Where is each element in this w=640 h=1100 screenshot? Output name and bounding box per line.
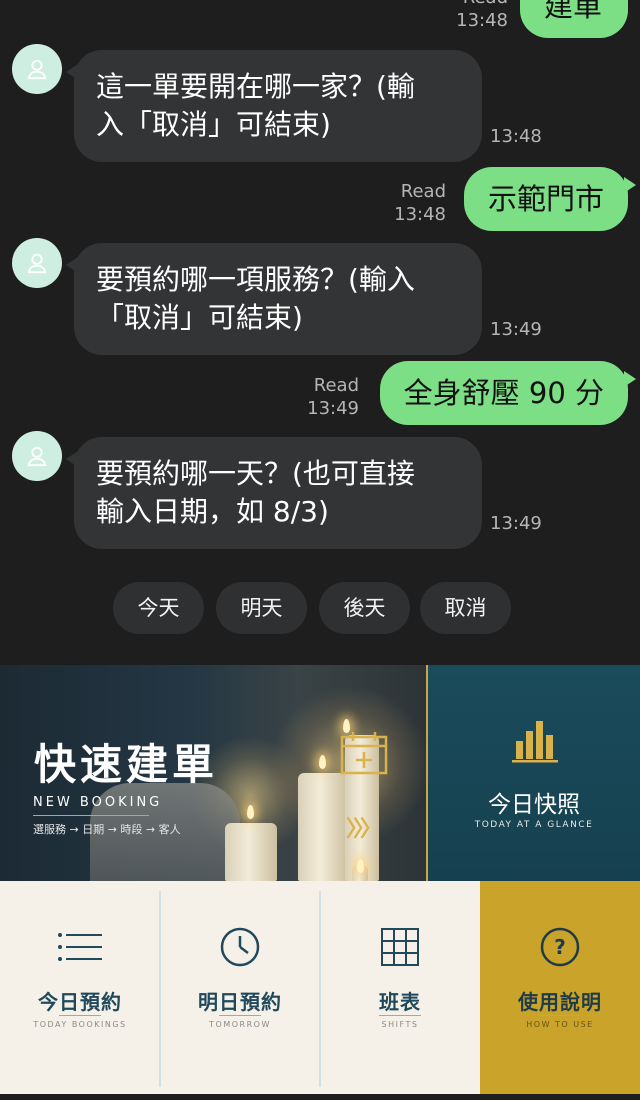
bottom-bar — [0, 1094, 640, 1100]
message-text: 建單 — [544, 0, 603, 23]
message-text: 這一單要開在哪一家？(輸 — [96, 70, 415, 103]
tile-label: 明日預約 — [198, 990, 282, 1014]
tile-label: 今日預約 — [38, 990, 122, 1014]
bot-avatar[interactable] — [12, 44, 62, 94]
quick-reply-today[interactable]: 今天 — [113, 582, 204, 634]
quick-reply-cancel[interactable]: 取消 — [420, 582, 511, 634]
incoming-message[interactable]: 要預約哪一項服務？(輸入 「取消」可結束) — [66, 243, 482, 355]
bar-chart-icon — [512, 721, 558, 763]
message-text: 「取消」可結束) — [96, 301, 303, 334]
menu-tiles: 今日預約 TODAY BOOKINGS 明日預約 TOMORROW 班表 SHI… — [0, 881, 640, 1100]
new-booking-steps: 選服務 → 日期 → 時段 → 客人 — [33, 823, 181, 836]
message-time: 13:49 — [490, 513, 542, 534]
message-text: 要預約哪一天？(也可直接 — [96, 457, 415, 490]
candle-decoration — [298, 773, 348, 881]
chevrons-right-icon: 〉〉〉 — [346, 817, 382, 842]
today-glance-subtitle: TODAY AT A GLANCE — [474, 820, 594, 830]
rich-menu: 快速建單 NEW BOOKING 選服務 → 日期 → 時段 → 客人 〉〉〉 … — [0, 665, 640, 1100]
message-text: 入「取消」可結束) — [96, 108, 331, 141]
quick-reply-day-after[interactable]: 後天 — [319, 582, 410, 634]
flame-decoration — [247, 805, 254, 819]
read-receipt: Read 13:48 — [456, 0, 508, 31]
divider — [379, 1015, 421, 1016]
shifts-button[interactable]: 班表 SHIFTS — [320, 881, 480, 1100]
message-time: 13:49 — [490, 319, 542, 340]
message-text: 要預約哪一項服務？(輸入 — [96, 263, 415, 296]
divider — [59, 1015, 101, 1016]
divider — [33, 815, 149, 816]
svg-text:?: ? — [554, 935, 566, 959]
today-glance-title: 今日快照 — [488, 792, 580, 818]
message-text: 示範門市 — [487, 182, 604, 216]
tile-subtitle: HOW TO USE — [526, 1020, 594, 1029]
bot-avatar[interactable] — [12, 238, 62, 288]
outgoing-message[interactable]: 示範門市 — [463, 167, 637, 231]
user-icon — [27, 446, 47, 467]
flame-decoration — [319, 755, 326, 769]
new-booking-button[interactable]: 快速建單 NEW BOOKING 選服務 → 日期 → 時段 → 客人 〉〉〉 — [0, 665, 426, 881]
chat-area: Read 13:48 建單 這一單要開在哪一家？(輸 入「取消」可結束) 13:… — [0, 0, 640, 665]
bot-avatar[interactable] — [12, 431, 62, 481]
read-receipt: Read 13:49 — [307, 375, 359, 419]
tomorrow-bookings-button[interactable]: 明日預約 TOMORROW — [160, 881, 320, 1100]
message-text: 輸入日期，如 8/3) — [96, 495, 329, 528]
tile-subtitle: SHIFTS — [381, 1020, 419, 1029]
candle-decoration — [225, 823, 277, 881]
calendar-add-icon — [340, 732, 388, 775]
today-glance-button[interactable]: 今日快照 TODAY AT A GLANCE — [428, 665, 640, 881]
message-text: 全身舒壓 90 分 — [403, 376, 604, 410]
user-icon — [27, 253, 47, 274]
quick-reply-tomorrow[interactable]: 明天 — [216, 582, 307, 634]
new-booking-title: 快速建單 — [34, 740, 219, 789]
message-time: 13:48 — [490, 126, 542, 147]
list-icon — [58, 933, 102, 961]
read-receipt: Read 13:48 — [394, 181, 446, 225]
grid-icon — [381, 928, 419, 966]
divider — [219, 1015, 261, 1016]
today-bookings-button[interactable]: 今日預約 TODAY BOOKINGS — [0, 881, 160, 1100]
tile-label: 班表 — [379, 990, 421, 1014]
user-icon — [27, 59, 47, 80]
question-icon: ? — [540, 927, 580, 967]
clock-icon — [220, 927, 260, 967]
tile-label: 使用說明 — [518, 990, 602, 1014]
new-booking-subtitle: NEW BOOKING — [33, 795, 163, 810]
tile-subtitle: TOMORROW — [209, 1020, 271, 1029]
how-to-use-button[interactable]: ? 使用說明 HOW TO USE — [480, 881, 640, 1100]
outgoing-message[interactable]: 建單 — [520, 0, 628, 38]
incoming-message[interactable]: 這一單要開在哪一家？(輸 入「取消」可結束) — [66, 50, 482, 162]
incoming-message[interactable]: 要預約哪一天？(也可直接 輸入日期，如 8/3) — [66, 437, 482, 549]
tile-subtitle: TODAY BOOKINGS — [33, 1020, 127, 1029]
divider — [539, 1015, 581, 1016]
flame-decoration — [357, 859, 364, 873]
outgoing-message[interactable]: 全身舒壓 90 分 — [379, 361, 637, 425]
